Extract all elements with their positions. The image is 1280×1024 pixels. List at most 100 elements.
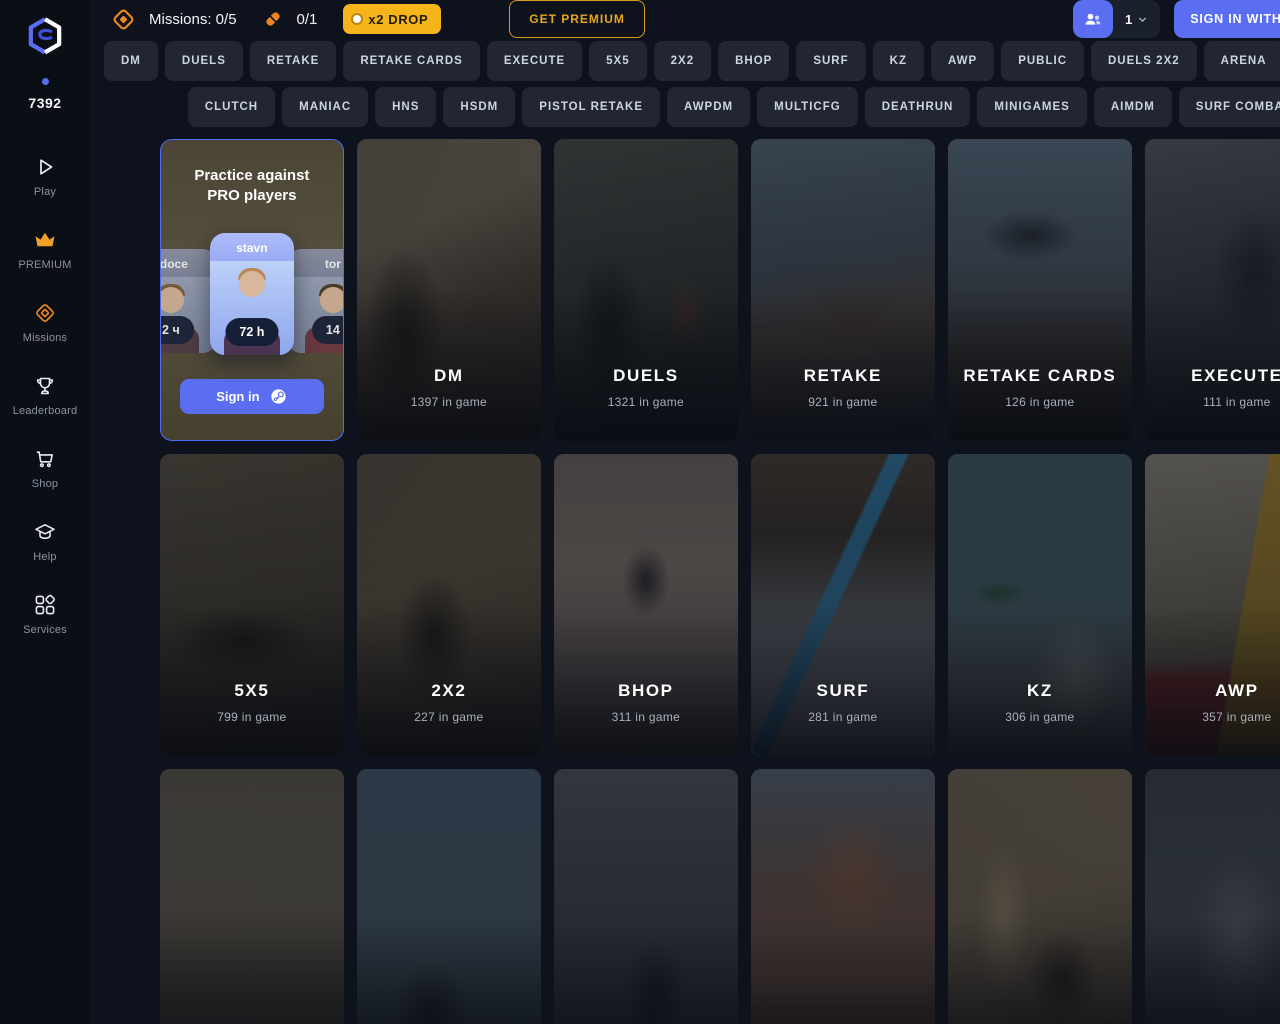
tab-minigames[interactable]: MINIGAMES	[977, 87, 1086, 127]
tab-awp[interactable]: AWP	[931, 41, 994, 81]
mode-card-execute[interactable]: EXECUTE111 in game	[1145, 139, 1280, 441]
mode-card-bhop[interactable]: BHOP311 in game	[554, 454, 738, 756]
sidebar: 7392 Play PREMIUM Missions Leaderboard	[0, 0, 90, 1024]
sidebar-item-label: Leaderboard	[13, 405, 78, 417]
x2-drop-badge[interactable]: x2 DROP	[343, 4, 441, 34]
mode-title: AWP	[1145, 681, 1280, 701]
people-icon	[1073, 0, 1113, 38]
sidebar-item-shop[interactable]: Shop	[32, 447, 59, 490]
mode-card-preview[interactable]	[1145, 769, 1280, 1024]
mode-art	[160, 769, 344, 1024]
mode-art	[357, 769, 541, 1024]
sidebar-item-leaderboard[interactable]: Leaderboard	[13, 374, 78, 417]
mode-player-count: 921 in game	[751, 395, 935, 409]
tab-duels[interactable]: DUELS	[165, 41, 243, 81]
mode-card-retake-cards[interactable]: RETAKE CARDS126 in game	[948, 139, 1132, 441]
main-area: Missions: 0/5 0/1 x2 DROP GET PREMIUM	[90, 0, 1280, 1024]
tab-deathrun[interactable]: DEATHRUN	[865, 87, 971, 127]
pro-player-card-left: zdoce 2 ч	[160, 249, 217, 353]
player-name: zdoce	[160, 249, 217, 271]
topbar: Missions: 0/5 0/1 x2 DROP GET PREMIUM	[90, 0, 1280, 38]
mode-card-preview[interactable]	[554, 769, 738, 1024]
sidebar-item-label: Play	[34, 186, 56, 198]
playtime-badge: 2 ч	[160, 316, 194, 344]
mode-tabs-row-2: CLUTCH MANIAC HNS HSDM PISTOL RETAKE AWP…	[90, 87, 1280, 127]
missions-diamond-icon	[33, 301, 57, 325]
mode-card-preview[interactable]	[751, 769, 935, 1024]
mode-title: 5X5	[160, 681, 344, 701]
tab-kz[interactable]: KZ	[873, 41, 924, 81]
tab-pistol-retake[interactable]: PISTOL RETAKE	[522, 87, 660, 127]
pro-players-zone: zdoce 2 ч stavn 72 h tor 14	[181, 227, 323, 379]
online-count: 7392	[28, 95, 61, 111]
tab-public[interactable]: PUBLIC	[1001, 41, 1084, 81]
tab-multicfg[interactable]: MULTICFG	[757, 87, 858, 127]
mode-player-count: 1321 in game	[554, 395, 738, 409]
sidebar-item-services[interactable]: Services	[23, 593, 67, 636]
players-online-pill[interactable]: 1	[1073, 0, 1160, 38]
promo-sign-in-label: Sign in	[216, 389, 259, 404]
tab-retake-cards[interactable]: RETAKE CARDS	[343, 41, 480, 81]
tab-2x2[interactable]: 2X2	[654, 41, 711, 81]
player-count-value: 1	[1125, 12, 1132, 27]
promo-sign-in-button[interactable]: Sign in	[180, 379, 324, 414]
tab-surf-combat[interactable]: SURF COMBAT	[1179, 87, 1280, 127]
drop-dot-icon	[353, 15, 361, 23]
steam-sign-in-button[interactable]: SIGN IN WITH STEAM	[1174, 0, 1280, 38]
tab-hsdm[interactable]: HSDM	[443, 87, 515, 127]
mode-art	[554, 769, 738, 1024]
mode-card-grid: Practice against PRO players zdoce 2 ч s…	[97, 139, 1280, 1024]
mode-card-dm[interactable]: DM1397 in game	[357, 139, 541, 441]
mode-card-surf[interactable]: SURF281 in game	[751, 454, 935, 756]
mode-card-kz[interactable]: KZ306 in game	[948, 454, 1132, 756]
mode-player-count: 227 in game	[357, 710, 541, 724]
steam-sign-in-label: SIGN IN WITH STEAM	[1190, 12, 1280, 26]
tab-duels-2x2[interactable]: DUELS 2X2	[1091, 41, 1197, 81]
app-logo-icon[interactable]	[23, 14, 67, 58]
promo-card-pro-players[interactable]: Practice against PRO players zdoce 2 ч s…	[160, 139, 344, 441]
mode-tabs-row-1: DM DUELS RETAKE RETAKE CARDS EXECUTE 5X5…	[90, 41, 1280, 81]
mode-title: DM	[357, 366, 541, 386]
mode-card-retake[interactable]: RETAKE921 in game	[751, 139, 935, 441]
tab-aimdm[interactable]: AIMDM	[1094, 87, 1172, 127]
play-icon	[33, 155, 57, 179]
sidebar-item-help[interactable]: Help	[33, 520, 57, 563]
sidebar-item-play[interactable]: Play	[33, 155, 57, 198]
promo-title: Practice against PRO players	[181, 166, 323, 205]
drop-badge-label: x2 DROP	[368, 12, 428, 27]
mode-player-count: 357 in game	[1145, 710, 1280, 724]
tab-arena[interactable]: ARENA	[1204, 41, 1280, 81]
mode-card-duels[interactable]: DUELS1321 in game	[554, 139, 738, 441]
tab-execute[interactable]: EXECUTE	[487, 41, 582, 81]
mode-title: SURF	[751, 681, 935, 701]
sidebar-item-missions[interactable]: Missions	[23, 301, 67, 344]
missions-counter: Missions: 0/5	[149, 11, 237, 28]
tab-hns[interactable]: HNS	[375, 87, 436, 127]
mode-card-awp[interactable]: AWP 357 in game	[1145, 454, 1280, 756]
graduation-cap-icon	[33, 520, 57, 544]
tab-maniac[interactable]: MANIAC	[282, 87, 368, 127]
tab-bhop[interactable]: BHOP	[718, 41, 789, 81]
mode-card-5x5[interactable]: 5X5799 in game	[160, 454, 344, 756]
mode-card-preview[interactable]	[160, 769, 344, 1024]
sidebar-item-premium[interactable]: PREMIUM	[18, 228, 71, 271]
tab-clutch[interactable]: CLUTCH	[188, 87, 275, 127]
tab-dm[interactable]: DM	[104, 41, 158, 81]
mode-title: KZ	[948, 681, 1132, 701]
mode-card-2x2[interactable]: 2X2 227 in game	[357, 454, 541, 756]
tab-awpdm[interactable]: AWPDM	[667, 87, 750, 127]
tab-retake[interactable]: RETAKE	[250, 41, 336, 81]
mode-card-preview[interactable]	[357, 769, 541, 1024]
tab-surf[interactable]: SURF	[796, 41, 865, 81]
online-indicator-dot	[42, 78, 49, 85]
missions-summary[interactable]: Missions: 0/5	[110, 6, 237, 33]
mode-title: 2X2	[357, 681, 541, 701]
tab-5x5[interactable]: 5X5	[589, 41, 646, 81]
topbar-right: 1 SIGN IN WITH STEAM	[1073, 0, 1280, 38]
mode-player-count: 111 in game	[1145, 395, 1280, 409]
mode-art	[1145, 769, 1280, 1024]
mode-card-preview[interactable]	[948, 769, 1132, 1024]
get-premium-button[interactable]: GET PREMIUM	[509, 0, 645, 38]
missions-diamond-icon	[110, 6, 137, 33]
ticket-summary[interactable]: 0/1	[261, 7, 318, 31]
